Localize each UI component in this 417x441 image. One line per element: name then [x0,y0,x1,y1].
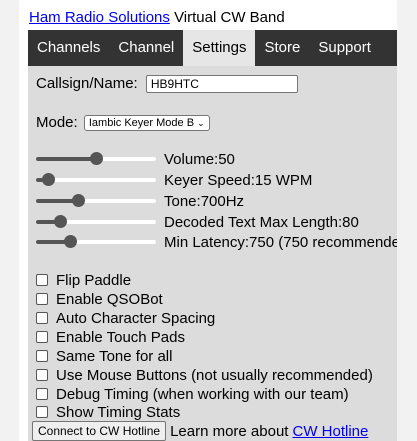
auto-character-spacing-option[interactable]: Auto Character Spacing [36,309,215,327]
volume-slider-row: Volume:50 [36,150,235,168]
site-link[interactable]: Ham Radio Solutions [29,9,170,26]
debug-timing-option[interactable]: Debug Timing (when working with our team… [36,385,349,403]
tab-channels[interactable]: Channels [28,30,109,66]
min-latency-label: Min Latency:750 (750 recommended) [164,233,397,251]
checkbox-label: Show Timing Stats [56,403,181,421]
slider-fill [36,157,96,161]
tab-bar: Channels Channel Settings Store Support [28,30,397,66]
learn-more-text: Learn more about [170,422,289,440]
chevron-down-icon: ⌄ [197,118,205,129]
volume-slider[interactable] [36,150,156,168]
checkbox-label: Same Tone for all [56,347,173,365]
tab-settings[interactable]: Settings [183,30,256,66]
tone-slider-row: Tone:700Hz [36,192,244,210]
checkbox[interactable] [36,293,48,305]
checkbox-label: Debug Timing (when working with our team… [56,385,349,403]
checkbox-label: Enable Touch Pads [56,328,185,346]
enable-touch-pads-option[interactable]: Enable Touch Pads [36,328,185,346]
checkbox[interactable] [36,312,48,324]
tone-slider[interactable] [36,192,156,210]
tab-channel[interactable]: Channel [109,30,183,66]
flip-paddle-option[interactable]: Flip Paddle [36,271,131,289]
same-tone-option[interactable]: Same Tone for all [36,347,172,365]
min-latency-slider-row: Min Latency:750 (750 recommended) [36,233,397,251]
hotline-row: Connect to CW Hotline Learn more about C… [32,421,368,441]
checkbox[interactable] [36,406,48,418]
checkbox-label: Use Mouse Buttons (not usually recommend… [56,366,373,384]
connect-hotline-button[interactable]: Connect to CW Hotline [32,421,167,441]
slider-thumb[interactable] [42,173,55,186]
callsign-label: Callsign/Name: [36,75,138,92]
min-latency-slider[interactable] [36,233,156,251]
keyer-speed-slider-row: Keyer Speed:15 WPM [36,171,312,189]
callsign-input[interactable] [145,75,298,94]
keyer-speed-slider[interactable] [36,171,156,189]
site-header: Ham Radio Solutions Virtual CW Band [29,9,285,26]
volume-label: Volume:50 [164,150,235,168]
checkbox[interactable] [36,388,48,400]
slider-thumb[interactable] [72,194,85,207]
decoded-length-label: Decoded Text Max Length:80 [164,213,359,231]
site-title: Virtual CW Band [174,9,285,26]
checkbox-label: Flip Paddle [56,271,132,289]
decoded-length-slider[interactable] [36,213,156,231]
mode-select-value: Iambic Keyer Mode B [88,117,195,130]
keyer-speed-label: Keyer Speed:15 WPM [164,171,313,189]
enable-qsobot-option[interactable]: Enable QSOBot [36,290,163,308]
mode-label: Mode: [36,114,78,131]
cw-hotline-link[interactable]: CW Hotline [292,423,368,440]
app-frame: Ham Radio Solutions Virtual CW Band Chan… [19,0,397,441]
checkbox[interactable] [36,350,48,362]
checkbox-label: Auto Character Spacing [56,309,216,327]
slider-thumb[interactable] [54,215,67,228]
callsign-row: Callsign/Name: [36,75,298,94]
slider-thumb[interactable] [63,235,77,248]
tab-support[interactable]: Support [309,30,380,66]
checkbox[interactable] [36,274,48,286]
mouse-buttons-option[interactable]: Use Mouse Buttons (not usually recommend… [36,366,373,384]
checkbox[interactable] [36,369,48,381]
checkbox-label: Enable QSOBot [56,290,163,308]
settings-panel: Callsign/Name: Mode: Iambic Keyer Mode B… [28,66,397,441]
decoded-length-slider-row: Decoded Text Max Length:80 [36,213,359,231]
tab-store[interactable]: Store [255,30,309,66]
mode-select[interactable]: Iambic Keyer Mode B ⌄ [83,115,210,132]
checkbox[interactable] [36,331,48,343]
slider-thumb[interactable] [90,152,103,165]
mode-row: Mode: Iambic Keyer Mode B ⌄ [36,114,210,132]
tone-label: Tone:700Hz [164,192,245,210]
show-timing-stats-option[interactable]: Show Timing Stats [36,403,180,421]
